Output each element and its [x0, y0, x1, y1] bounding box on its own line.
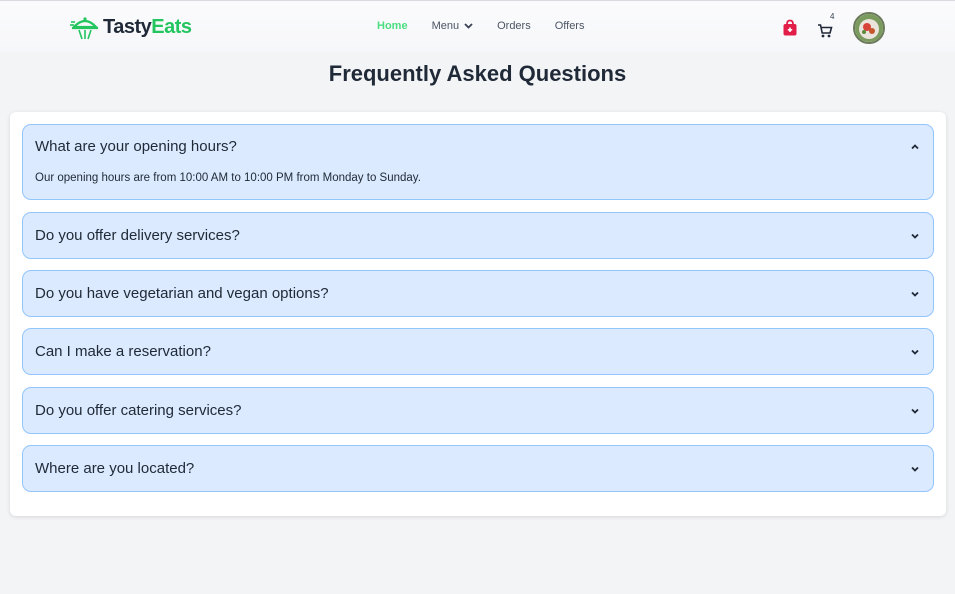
nav-home[interactable]: Home — [377, 20, 408, 32]
brand-name: TastyEats — [103, 16, 192, 38]
faq-item-location[interactable]: Where are you located? — [22, 445, 934, 492]
user-avatar[interactable] — [853, 12, 885, 44]
chevron-up-icon — [911, 144, 919, 150]
chevron-down-icon — [911, 233, 919, 239]
faq-item-delivery[interactable]: Do you offer delivery services? — [22, 212, 934, 259]
faq-item-reservation[interactable]: Can I make a reservation? — [22, 328, 934, 375]
navbar: TastyEats Home Menu Orders Offers 4 — [0, 0, 955, 52]
chevron-down-icon — [911, 466, 919, 472]
main-nav: Home Menu Orders Offers — [377, 20, 608, 32]
faq-card: What are your opening hours? Our opening… — [10, 112, 946, 516]
faq-question: Do you have vegetarian and vegan options… — [35, 285, 329, 302]
chevron-down-icon — [464, 23, 473, 29]
nav-menu[interactable]: Menu — [432, 20, 474, 32]
header-actions: 4 — [781, 12, 885, 44]
food-cloche-icon — [70, 17, 99, 40]
faq-item-opening-hours[interactable]: What are your opening hours? Our opening… — [22, 124, 934, 200]
chevron-down-icon — [911, 408, 919, 414]
cart-icon — [818, 24, 833, 38]
brand-logo[interactable]: TastyEats — [70, 13, 192, 41]
faq-question: Can I make a reservation? — [35, 343, 211, 360]
chevron-down-icon — [911, 349, 919, 355]
faq-question: What are your opening hours? — [35, 138, 237, 155]
nav-orders[interactable]: Orders — [497, 20, 531, 32]
nav-offers[interactable]: Offers — [555, 20, 585, 32]
page-title: Frequently Asked Questions — [328, 61, 627, 86]
faq-item-vegetarian[interactable]: Do you have vegetarian and vegan options… — [22, 270, 934, 317]
faq-question: Do you offer delivery services? — [35, 227, 240, 244]
chevron-down-icon — [911, 291, 919, 297]
nav-menu-label: Menu — [431, 20, 460, 32]
cart-count-badge: 4 — [830, 12, 835, 21]
shopping-bag-icon[interactable] — [781, 19, 799, 37]
faq-question: Where are you located? — [35, 460, 195, 477]
cart-button[interactable]: 4 — [817, 12, 837, 38]
faq-answer: Our opening hours are from 10:00 AM to 1… — [35, 172, 421, 184]
faq-item-catering[interactable]: Do you offer catering services? — [22, 387, 934, 434]
faq-question: Do you offer catering services? — [35, 402, 242, 419]
